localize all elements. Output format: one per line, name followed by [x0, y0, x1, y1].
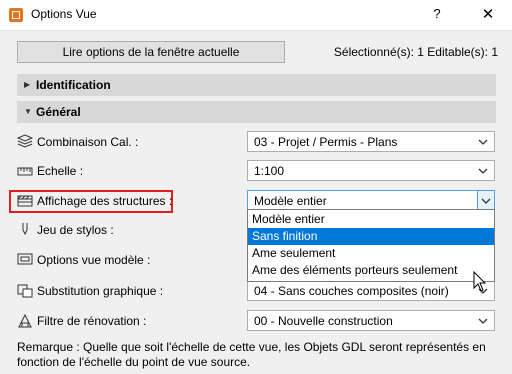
affichage-select[interactable]: Modèle entier	[247, 190, 495, 211]
filtre-label: Filtre de rénovation :	[37, 314, 147, 328]
substitution-select[interactable]: 04 - Sans couches composites (noir)	[247, 280, 495, 301]
structure-display-icon	[17, 195, 33, 207]
layer-combination-icon	[17, 134, 33, 148]
section-label: Identification	[36, 78, 111, 92]
dialog-body: Lire options de la fenêtre actuelle Séle…	[0, 31, 512, 374]
selection-info: Sélectionné(s): 1 Editable(s): 1	[333, 45, 498, 59]
dropdown-option[interactable]: Ame seulement	[248, 245, 494, 262]
section-identification[interactable]: ▶ Identification	[17, 74, 496, 96]
title-bar: Options Vue ? ✕	[0, 0, 512, 31]
chevron-down-icon	[478, 318, 488, 324]
affichage-label: Affichage des structures :	[37, 194, 173, 208]
mouse-cursor-icon	[473, 271, 487, 292]
chevron-down-icon	[478, 168, 488, 174]
read-window-options-button[interactable]: Lire options de la fenêtre actuelle	[17, 41, 285, 63]
renovation-filter-icon	[18, 314, 32, 328]
window-title: Options Vue	[31, 7, 97, 21]
affichage-dropdown-list: Modèle entier Sans finition Ame seulemen…	[247, 209, 495, 282]
pen-icon	[22, 223, 28, 236]
help-button[interactable]: ?	[428, 6, 446, 24]
chevron-down-icon	[478, 139, 488, 145]
remark-text: Remarque : Quelle que soit l'échelle de …	[17, 340, 486, 369]
echelle-value: 1:100	[254, 164, 285, 178]
options-modele-label: Options vue modèle :	[37, 253, 151, 267]
filtre-select[interactable]: 00 - Nouvelle construction	[247, 310, 495, 331]
chevron-down-icon	[477, 191, 494, 210]
substitution-label: Substitution graphique :	[37, 284, 164, 298]
echelle-select[interactable]: 1:100	[247, 160, 495, 181]
echelle-label: Echelle :	[37, 164, 84, 178]
combinaison-label: Combinaison Cal. :	[37, 135, 139, 149]
graphic-override-icon	[17, 284, 33, 298]
model-view-icon	[17, 253, 33, 265]
dropdown-option[interactable]: Modèle entier	[248, 211, 494, 228]
filtre-value: 00 - Nouvelle construction	[254, 314, 393, 328]
combinaison-select[interactable]: 03 - Projet / Permis - Plans	[247, 131, 495, 152]
scale-icon	[17, 167, 33, 176]
collapse-arrow-icon: ▼	[24, 107, 32, 116]
section-general[interactable]: ▼ Général	[17, 101, 496, 123]
combinaison-value: 03 - Projet / Permis - Plans	[254, 135, 398, 149]
dropdown-option-highlighted[interactable]: Sans finition	[248, 228, 494, 245]
dropdown-option[interactable]: Ame des éléments porteurs seulement	[248, 262, 494, 279]
affichage-value: Modèle entier	[254, 194, 327, 208]
close-button[interactable]: ✕	[478, 5, 498, 25]
section-label: Général	[36, 105, 81, 119]
jeu-stylos-label: Jeu de stylos :	[37, 223, 114, 237]
app-icon	[9, 8, 23, 22]
substitution-value: 04 - Sans couches composites (noir)	[254, 284, 449, 298]
expand-arrow-icon: ▶	[24, 80, 31, 89]
